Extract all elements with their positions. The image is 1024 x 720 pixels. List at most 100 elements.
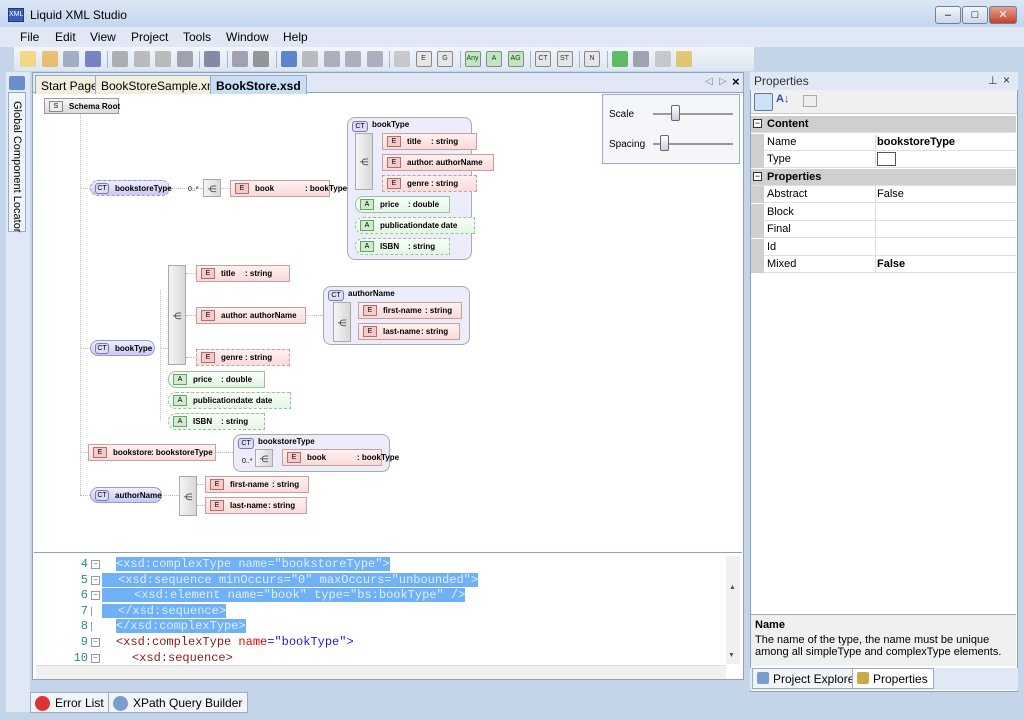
paste-icon[interactable] [155,51,171,67]
sequence-compositor-icon[interactable]: ⋲ [179,476,197,516]
element-node-genre[interactable]: Egenre: string [196,349,290,366]
spacing-slider-thumb[interactable] [660,135,670,151]
scale-slider-thumb[interactable] [671,105,680,121]
tab-start-page[interactable]: Start Page [35,75,104,94]
sequence-icon[interactable] [323,51,340,67]
tab-scroll-left-icon[interactable]: ◁ [705,76,713,87]
scroll-down-icon[interactable]: ▼ [728,652,735,659]
element-node-title[interactable]: Etitle: string [382,133,477,150]
collapse-toggle-icon[interactable]: − [753,171,762,181]
code-line[interactable]: 8 </xsd:complexType> [34,619,734,635]
element-node-bookstore[interactable]: Ebookstore: bookstoreType [88,444,216,461]
element-node-first-name[interactable]: Efirst-name: string [358,302,462,319]
attribute-node-isbn[interactable]: A ISBN: string [168,413,265,430]
menu-window[interactable]: Window [226,30,269,44]
all-icon[interactable] [366,51,383,67]
attribute-node-publicationdate[interactable]: Apublicationdate: date [168,392,291,409]
code-line[interactable]: 7 </xsd:sequence> [34,603,734,620]
property-row-abstract[interactable]: Abstract False [751,186,1016,203]
menu-tools[interactable]: Tools [183,30,211,44]
back-icon[interactable] [280,51,297,67]
element-node-book[interactable]: Ebook: bookType [282,449,399,466]
ct-icon[interactable]: CT [535,51,551,67]
element-node-genre[interactable]: Egenre: string [382,175,477,192]
property-row-block[interactable]: Block [751,203,1016,221]
close-tab-icon[interactable]: × [732,74,740,89]
attribute-node-isbn[interactable]: A ISBN: string [355,238,450,255]
choice-icon[interactable] [345,51,361,67]
ag-icon[interactable]: AG [507,51,524,67]
categorized-icon[interactable] [754,93,773,111]
menu-view[interactable]: View [90,30,116,44]
tab-bookstore-xsd[interactable]: BookStore.xsd [210,75,307,94]
property-row-type[interactable]: Type [751,151,1016,168]
close-panel-icon[interactable]: × [1003,73,1010,87]
schema-root-node[interactable]: S Schema Root [44,98,120,114]
category-properties[interactable]: − Properties [751,168,1016,186]
project-explorer-tab[interactable]: Project Explorer [752,668,865,689]
error-list-tab[interactable]: Error List [30,692,110,713]
sequence-compositor-icon[interactable]: ⋲ [255,449,273,467]
fold-toggle-icon[interactable]: − [91,560,100,569]
complex-type-node-bookstoretype[interactable]: CT bookstoreType [90,180,172,196]
element-node-title[interactable]: Etitle: string [196,265,290,282]
element-node-book[interactable]: Ebook: bookType [230,180,347,197]
fold-toggle-icon[interactable]: − [91,591,100,601]
sequence-compositor-icon[interactable]: ⋲ [333,302,351,342]
new-icon[interactable] [20,51,36,67]
element-node-last-name[interactable]: Elast-name: string [358,323,460,340]
collapse-toggle-icon[interactable]: − [753,119,762,128]
code-line[interactable]: 4− <xsd:complexType name="bookstoreType"> [34,557,734,573]
sequence-compositor-icon[interactable]: ⋲ [168,265,186,365]
code-horizontal-scrollbar[interactable] [36,665,726,679]
menu-edit[interactable]: Edit [55,30,76,44]
code-line[interactable]: 5− <xsd:sequence minOccurs="0" maxOccurs=… [34,572,734,589]
sort-alphabetical-icon[interactable]: A↓ [776,93,789,105]
properties-tab[interactable]: Properties [852,668,934,689]
attribute-node-price[interactable]: Aprice: double [168,371,265,388]
tab-bookstoresample-xml[interactable]: BookStoreSample.xml [95,75,226,94]
e-icon[interactable]: E [415,51,432,67]
element-node-author[interactable]: Eauthor: authorName [196,307,306,324]
undo-icon[interactable] [176,51,193,67]
property-value[interactable]: False [877,188,904,200]
save-all-icon[interactable] [84,51,101,67]
xpath-query-builder-tab[interactable]: XPath Query Builder [108,692,249,713]
code-line[interactable]: 6− <xsd:element name="book" type="bs:book… [34,588,734,604]
sequence-compositor-icon[interactable]: ⋲ [203,179,221,197]
element-node-first-name[interactable]: Efirst-name: string [205,476,309,493]
property-value[interactable]: bookstoreType [877,136,955,148]
type-color-box[interactable] [877,152,896,166]
property-row-name[interactable]: Name bookstoreType [751,133,1016,151]
fold-toggle-icon[interactable]: − [91,653,100,663]
menu-help[interactable]: Help [283,30,308,44]
scale-slider-track[interactable] [653,113,733,115]
component-locator-icon[interactable] [9,76,25,90]
print-icon[interactable] [204,51,220,67]
element-node-last-name[interactable]: Elast-name: string [205,497,307,514]
code-editor[interactable]: 4− <xsd:complexType name="bookstoreType">… [34,552,742,665]
open-icon[interactable] [41,51,58,67]
any-icon[interactable]: Any [464,51,481,67]
forward-icon[interactable] [302,51,318,67]
xml-generate-icon[interactable] [633,51,649,67]
category-content[interactable]: − Content [751,116,1016,133]
pin-icon[interactable]: ⊥ [988,74,998,87]
cut-icon[interactable] [112,51,128,67]
code-line[interactable]: 10− <xsd:sequence> [34,651,734,665]
complex-type-node-authorname[interactable]: CT authorName [90,487,162,503]
scroll-up-icon[interactable]: ▲ [729,584,736,591]
sequence-compositor-icon[interactable]: ⋲ [355,133,373,190]
a-icon[interactable]: A [486,51,502,67]
goto-icon[interactable] [253,51,269,67]
tab-scroll-right-icon[interactable]: ▷ [719,76,727,87]
minimize-button[interactable]: – [935,6,961,24]
property-row-final[interactable]: Final [751,221,1016,238]
menu-file[interactable]: File [20,30,39,44]
close-button[interactable]: ✕ [989,6,1017,24]
g-icon[interactable]: G [437,51,453,67]
any-icon[interactable] [394,51,410,67]
validate-icon[interactable] [611,51,628,67]
copy-icon[interactable] [133,51,150,67]
fold-toggle-icon[interactable]: − [91,638,100,647]
